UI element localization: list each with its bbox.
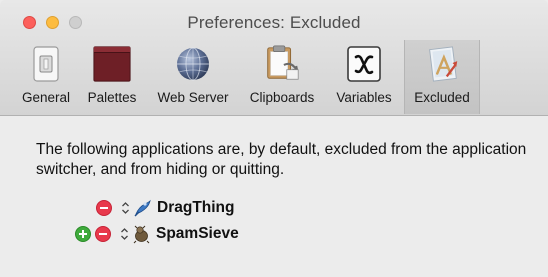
window-title: Preferences: Excluded bbox=[187, 13, 361, 32]
excluded-pane: The following applications are, by defau… bbox=[0, 116, 548, 277]
toolbar-label-web-server: Web Server bbox=[157, 90, 229, 105]
excluded-app-row-dragthing: DragThing bbox=[96, 198, 235, 218]
globe-icon bbox=[173, 44, 213, 84]
excluded-app-row-spamsieve: SpamSieve bbox=[75, 224, 239, 244]
toolbar-item-general[interactable]: General bbox=[14, 40, 78, 114]
remove-app-button[interactable] bbox=[96, 200, 112, 216]
reorder-stepper-icon[interactable] bbox=[120, 227, 129, 241]
excluded-app-name: DragThing bbox=[157, 199, 235, 216]
toolbar-label-excluded: Excluded bbox=[414, 90, 470, 105]
toolbar-item-variables[interactable]: Variables bbox=[324, 40, 404, 114]
excluded-app-name: SpamSieve bbox=[156, 225, 239, 242]
palettes-icon bbox=[92, 44, 132, 84]
toolbar-item-clipboards[interactable]: Clipboards bbox=[240, 40, 324, 114]
toolbar-label-variables: Variables bbox=[336, 90, 392, 105]
variable-x-icon bbox=[344, 44, 384, 84]
title-bar: Preferences: Excluded General Palettes W… bbox=[0, 0, 548, 116]
toolbar-item-excluded[interactable]: Excluded bbox=[404, 40, 480, 114]
toolbar-label-general: General bbox=[21, 90, 71, 105]
spamsieve-app-icon bbox=[132, 225, 151, 244]
remove-app-button[interactable] bbox=[95, 226, 111, 242]
reorder-stepper-icon[interactable] bbox=[121, 201, 130, 215]
add-app-button[interactable] bbox=[75, 226, 91, 242]
dragthing-app-icon bbox=[133, 199, 152, 218]
toolbar-item-web-server[interactable]: Web Server bbox=[146, 40, 240, 114]
toolbar-item-palettes[interactable]: Palettes bbox=[78, 40, 146, 114]
preferences-window: Preferences: Excluded General Palettes W… bbox=[0, 0, 548, 277]
excluded-app-icon bbox=[422, 44, 462, 84]
clipboard-icon bbox=[262, 44, 302, 84]
toolbar-label-palettes: Palettes bbox=[87, 90, 137, 105]
preferences-toolbar: General Palettes Web Server Clipboards V… bbox=[14, 40, 480, 114]
excluded-description: The following applications are, by defau… bbox=[36, 141, 527, 178]
general-switch-icon bbox=[26, 44, 66, 84]
toolbar-label-clipboards: Clipboards bbox=[249, 90, 315, 105]
